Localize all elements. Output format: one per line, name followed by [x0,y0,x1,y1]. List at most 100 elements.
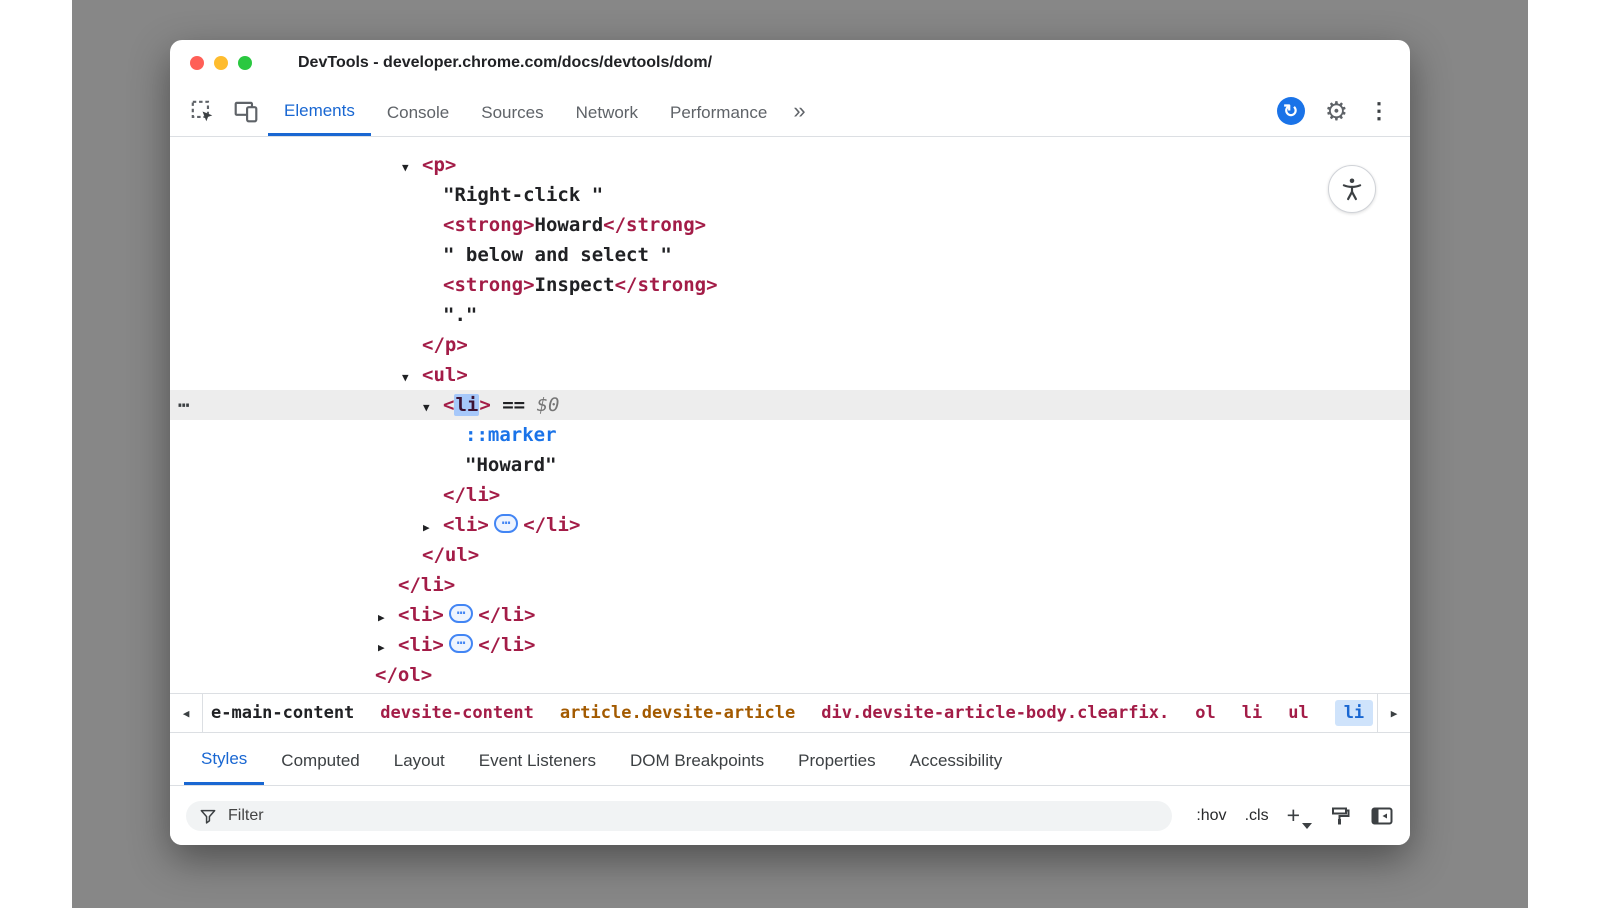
dom-tree-node[interactable]: ▶<li>⋯</li> [170,510,1410,540]
breadcrumb-item-e-main-content[interactable]: e-main-content [211,703,354,723]
expand-arrow-icon[interactable]: ▶ [423,513,443,543]
dom-tree: ▼<p>"Right-click "<strong>Howard</strong… [170,150,1410,690]
tab-event-listeners[interactable]: Event Listeners [462,733,613,785]
breadcrumb-forward-button[interactable]: ▶ [1377,694,1410,732]
node-options-icon[interactable]: ⋯ [178,390,189,420]
dom-tree-node[interactable]: </ol> [170,660,1410,690]
main-toolbar: ElementsConsoleSourcesNetworkPerformance… [170,86,1410,137]
dom-token-text: " below and select " [443,244,672,266]
dom-token-tag: </strong> [615,274,718,296]
extension-icon[interactable]: ↻ [1277,97,1305,125]
collapse-arrow-icon[interactable]: ▼ [402,363,422,393]
dom-tree-node[interactable]: <strong>Inspect</strong> [170,270,1410,300]
collapse-arrow-icon[interactable]: ▼ [423,393,443,423]
dom-token-tag: </li> [523,514,580,536]
toggle-class-button[interactable]: .cls [1245,807,1269,825]
plus-icon: + [1287,802,1300,828]
dom-token-tag: </p> [422,334,468,356]
accessibility-person-icon [1339,176,1365,202]
expand-arrow-icon[interactable]: ▶ [378,633,398,663]
dom-token-hl: li [454,394,479,416]
dom-token-text: Howard [535,214,604,236]
clipped-dom-line: ::marker [170,137,1410,150]
dom-tree-node[interactable]: " below and select " [170,240,1410,270]
dom-token-text: "." [443,304,477,326]
dom-tree-node[interactable]: <strong>Howard</strong> [170,210,1410,240]
dom-token-tag: < [443,394,454,416]
dom-tree-node[interactable]: </li> [170,570,1410,600]
dom-tree-node[interactable]: </ul> [170,540,1410,570]
dom-token-tag: </ol> [375,664,432,686]
zoom-window-button[interactable] [238,56,252,70]
dom-tree-node[interactable]: "Howard" [170,450,1410,480]
breadcrumb-back-button[interactable]: ◀ [170,694,203,732]
tab-dom-breakpoints[interactable]: DOM Breakpoints [613,733,781,785]
dom-token-tag: <li> [398,634,444,656]
dom-token-tag: </li> [443,484,500,506]
titlebar: DevTools - developer.chrome.com/docs/dev… [170,40,1410,86]
dom-tree-node[interactable]: "." [170,300,1410,330]
traffic-lights [170,56,252,70]
dom-tree-node[interactable]: ▶<li>⋯</li> [170,600,1410,630]
breadcrumb-item-ol[interactable]: ol [1195,703,1215,723]
devtools-window: DevTools - developer.chrome.com/docs/dev… [170,40,1410,845]
breadcrumb-item-ul[interactable]: ul [1288,703,1308,723]
dom-token-dollar: $0 [537,394,560,416]
collapsed-content-icon[interactable]: ⋯ [449,604,473,623]
breadcrumb: ◀ e-main-content devsite-content article.d… [170,693,1410,732]
dom-tree-node[interactable]: </p> [170,330,1410,360]
dom-token-tag: > [479,394,490,416]
settings-gear-icon[interactable]: ⚙ [1325,98,1348,124]
tab-console[interactable]: Console [371,86,465,136]
dom-tree-node[interactable]: ▼<ul> [170,360,1410,390]
breadcrumb-item-devsite-content[interactable]: devsite-content [380,703,534,723]
dom-tree-node[interactable]: ⋯ ▼<li> == $0 [170,390,1410,420]
dom-token-eq: == [491,394,537,416]
collapsed-content-icon[interactable]: ⋯ [449,634,473,653]
dom-token-tag: <ul> [422,364,468,386]
toggle-element-state-button[interactable]: :hov [1196,807,1226,825]
tab-computed[interactable]: Computed [264,733,376,785]
format-paint-icon[interactable] [1328,804,1352,828]
panel-tabbar: ElementsConsoleSourcesNetworkPerformance [268,86,783,136]
filter-field[interactable] [186,801,1172,831]
toolbar-right: ↻ ⚙ ⋮ [1277,86,1410,136]
tab-layout[interactable]: Layout [377,733,462,785]
breadcrumb-item-div-devsite-article-body-clearfix-[interactable]: div.devsite-article-body.clearfix. [821,703,1169,723]
filter-input[interactable] [226,806,1160,826]
more-tabs-icon[interactable]: » [783,86,815,136]
collapsed-content-icon[interactable]: ⋯ [494,514,518,533]
inspect-element-icon[interactable] [180,86,224,136]
tab-properties[interactable]: Properties [781,733,892,785]
dom-token-tag: </li> [478,604,535,626]
dom-tree-node[interactable]: ::marker [170,420,1410,450]
dom-token-tag: </li> [398,574,455,596]
dom-tree-node[interactable]: </li> [170,480,1410,510]
tab-styles[interactable]: Styles [184,733,264,785]
dom-token-tag: </ul> [422,544,479,566]
filter-funnel-icon [198,806,218,826]
kebab-menu-icon[interactable]: ⋮ [1368,100,1390,122]
breadcrumb-item-article-devsite-article[interactable]: article.devsite-article [560,703,795,723]
breadcrumb-item-li[interactable]: li [1335,700,1373,726]
accessibility-button[interactable] [1328,165,1376,213]
new-style-rule-button[interactable]: + [1287,804,1310,827]
dom-tree-node[interactable]: ▼<p> [170,150,1410,180]
breadcrumb-item-li[interactable]: li [1242,703,1262,723]
expand-arrow-icon[interactable]: ▶ [378,603,398,633]
tab-performance[interactable]: Performance [654,86,783,136]
close-window-button[interactable] [190,56,204,70]
device-toolbar-icon[interactable] [224,86,268,136]
minimize-window-button[interactable] [214,56,228,70]
tab-accessibility[interactable]: Accessibility [893,733,1020,785]
dropdown-caret-icon [1302,823,1312,829]
dom-token-text: Inspect [535,274,615,296]
breadcrumb-items: e-main-content devsite-content article.dev… [203,694,1377,732]
dock-panel-icon[interactable] [1370,804,1394,828]
tab-elements[interactable]: Elements [268,86,371,136]
tab-sources[interactable]: Sources [465,86,559,136]
collapse-arrow-icon[interactable]: ▼ [402,153,422,183]
tab-network[interactable]: Network [560,86,654,136]
dom-tree-node[interactable]: "Right-click " [170,180,1410,210]
dom-tree-node[interactable]: ▶<li>⋯</li> [170,630,1410,660]
